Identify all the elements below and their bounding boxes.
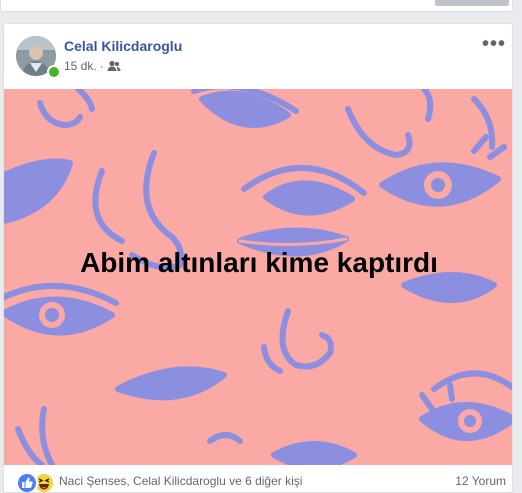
post-image[interactable]: Abim altınları kime kaptırdı (4, 89, 512, 465)
post-footer: Naci Şenses, Celal Kilicdaroglu ve 6 diğ… (4, 465, 512, 492)
meta-separator: · (99, 59, 104, 73)
post-time[interactable]: 15 dk. (64, 59, 97, 73)
friends-icon[interactable] (107, 60, 121, 72)
author-name[interactable]: Celal Kilicdaroglu (64, 38, 182, 54)
reaction-icons[interactable] (16, 472, 55, 492)
more-options-glyph: ••• (482, 33, 507, 55)
online-status-dot (47, 65, 61, 79)
post-image-text: Abim altınları kime kaptırdı (80, 247, 438, 278)
previous-post-card (0, 0, 513, 12)
like-reaction-icon (16, 472, 38, 492)
post-card: Celal Kilicdaroglu 15 dk. · ••• Abim alt… (3, 23, 513, 493)
previous-post-button[interactable] (435, 0, 509, 6)
more-options-icon[interactable]: ••• (482, 33, 507, 55)
post-meta: 15 dk. · (64, 59, 121, 73)
